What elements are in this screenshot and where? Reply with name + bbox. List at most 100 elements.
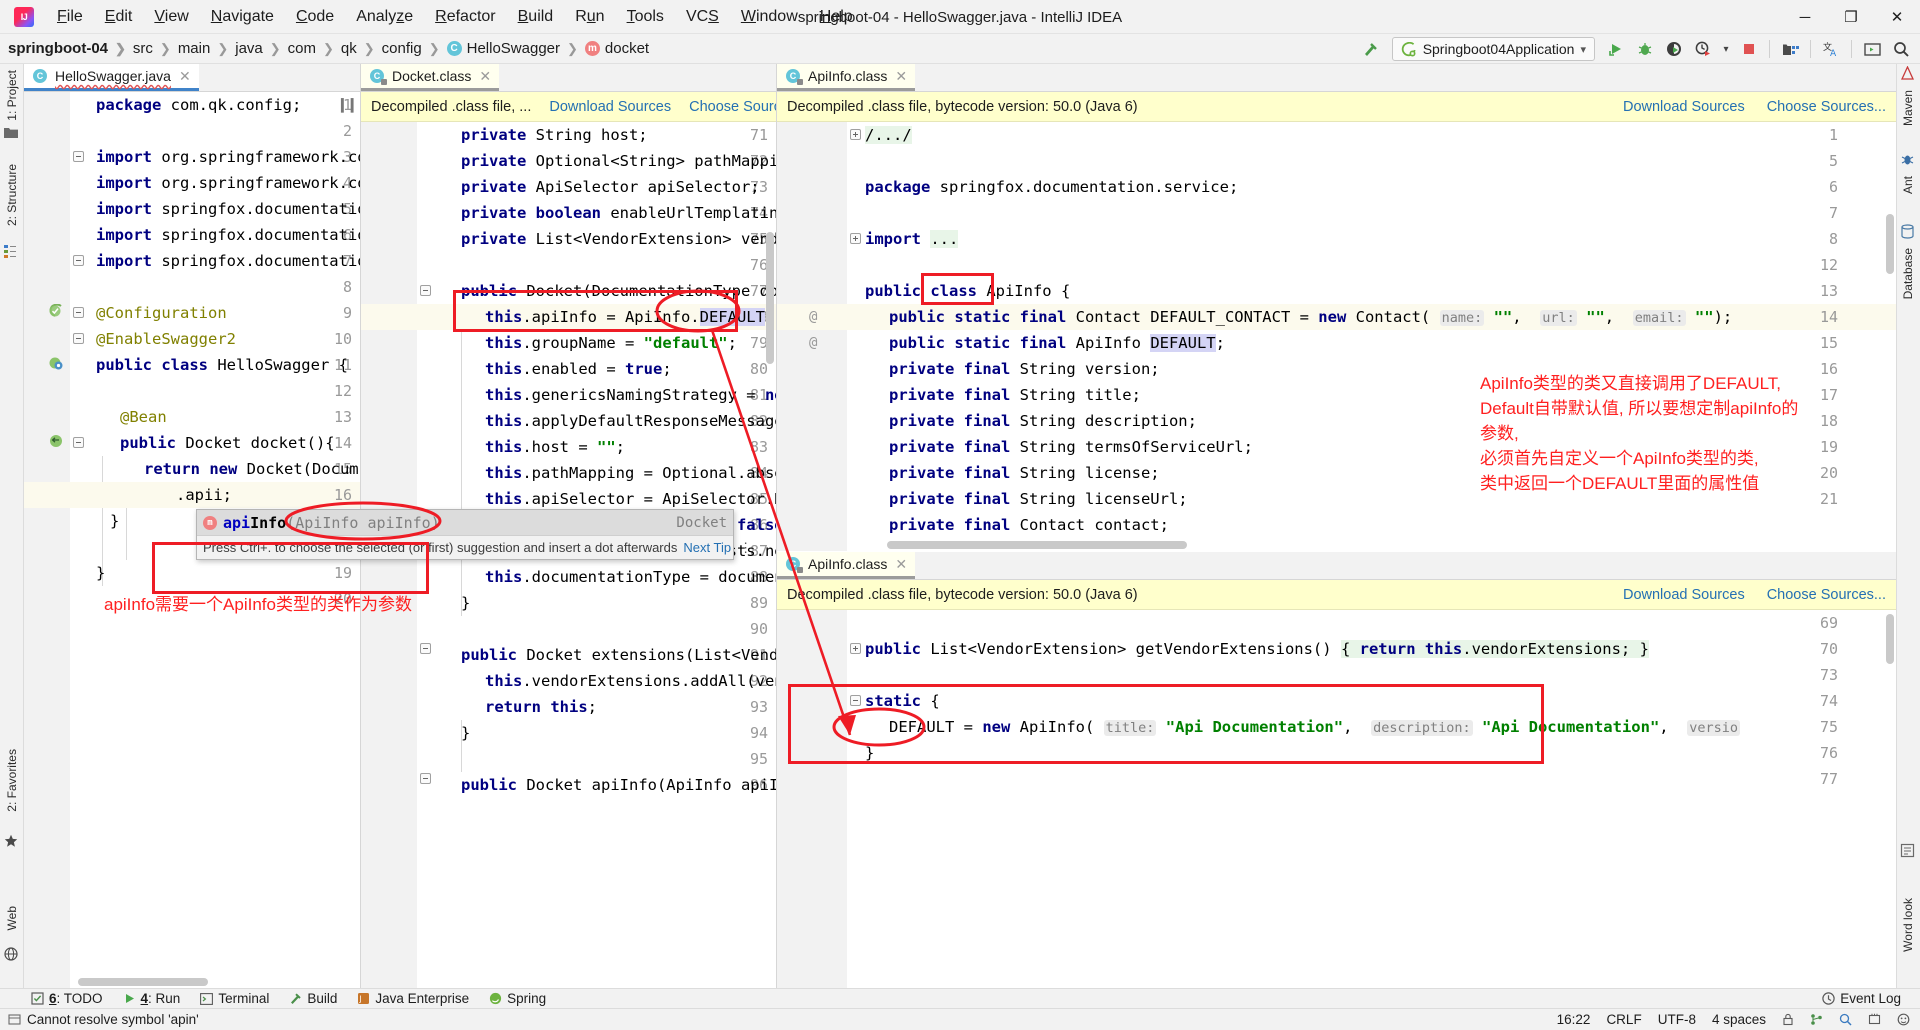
- fold-indicator[interactable]: [73, 307, 84, 318]
- structure-icon[interactable]: [4, 244, 18, 263]
- fold-indicator[interactable]: [73, 437, 84, 448]
- stop-icon[interactable]: [1736, 37, 1762, 61]
- menu-build[interactable]: Build: [507, 3, 565, 31]
- terminal-icon[interactable]: [1859, 37, 1885, 61]
- breadcrumb-item-qk[interactable]: qk ❯: [341, 40, 382, 57]
- vertical-scrollbar-pane2[interactable]: [764, 122, 776, 988]
- sidebar-item-ant[interactable]: Ant: [1898, 170, 1918, 200]
- bottom-item-spring[interactable]: Spring: [480, 989, 555, 1009]
- sidebar-item-wordlook[interactable]: Word look: [1898, 892, 1918, 958]
- tab-helloswagger-java[interactable]: C HelloSwagger.java ✕: [24, 64, 199, 91]
- vertical-scrollbar-pane4[interactable]: [1884, 610, 1896, 988]
- bottom-item-terminal[interactable]: Terminal: [191, 989, 278, 1009]
- fold-indicator[interactable]: [73, 151, 84, 162]
- breadcrumb-item-docket[interactable]: m docket: [584, 40, 649, 57]
- sidebar-item-maven[interactable]: Maven: [1898, 84, 1918, 132]
- close-button[interactable]: ✕: [1874, 0, 1920, 34]
- status-encoding[interactable]: UTF-8: [1658, 1012, 1696, 1027]
- bottom-item-java-enterprise[interactable]: J Java Enterprise: [348, 989, 478, 1009]
- close-icon[interactable]: ✕: [895, 556, 907, 573]
- menu-run[interactable]: Run: [564, 3, 615, 31]
- fold-indicator[interactable]: [850, 643, 861, 654]
- run-coverage-icon[interactable]: [1661, 37, 1687, 61]
- bottom-item-build[interactable]: Build: [280, 989, 346, 1009]
- project-folder-icon[interactable]: [3, 126, 19, 145]
- next-tip-link[interactable]: Next Tip: [683, 540, 731, 555]
- menu-code[interactable]: Code: [285, 3, 345, 31]
- bottom-item-todo[interactable]: 6: TODO: [22, 989, 112, 1009]
- database-icon[interactable]: [1900, 224, 1915, 244]
- horizontal-scrollbar-pane1[interactable]: [24, 977, 360, 988]
- status-indent[interactable]: 4 spaces: [1712, 1012, 1766, 1027]
- menu-navigate[interactable]: Navigate: [200, 3, 285, 31]
- profiler-icon[interactable]: [1690, 37, 1716, 61]
- menu-analyze[interactable]: Analyze: [345, 3, 424, 31]
- star-icon[interactable]: [4, 834, 18, 853]
- project-structure-icon[interactable]: [1777, 37, 1803, 61]
- editor-split-handle[interactable]: ❙❙: [337, 96, 359, 113]
- inspection-icon[interactable]: [1839, 1013, 1852, 1026]
- menu-file[interactable]: File: [46, 3, 94, 31]
- download-sources-link[interactable]: Download Sources: [549, 99, 671, 115]
- ant-icon[interactable]: [1900, 152, 1915, 172]
- hector-icon[interactable]: [1897, 1013, 1910, 1026]
- code-view-pane3[interactable]: 1 5 6 7 8 12 13 14 15 16 17 18 19 20 21 …: [777, 122, 1896, 551]
- download-sources-link[interactable]: Download Sources: [1623, 587, 1745, 603]
- spring-config-gutter-icon[interactable]: [49, 356, 63, 370]
- menu-window[interactable]: Window: [730, 3, 809, 31]
- sidebar-item-favorites[interactable]: 2: Favorites: [2, 743, 22, 818]
- breadcrumb-item-main[interactable]: main ❯: [178, 40, 235, 57]
- tab-apiinfo-class-top[interactable]: C ApiInfo.class ✕: [777, 64, 916, 91]
- status-message[interactable]: Cannot resolve symbol 'apin': [27, 1012, 199, 1027]
- maven-icon[interactable]: [1900, 65, 1915, 86]
- sidebar-item-project[interactable]: 1: Project: [2, 64, 22, 127]
- menu-view[interactable]: View: [143, 3, 199, 31]
- choose-sources-link[interactable]: Choose Sources...: [689, 99, 776, 115]
- more-options-icon[interactable]: ⋮: [739, 541, 752, 554]
- wordlook-icon[interactable]: [1900, 843, 1915, 863]
- menu-bar[interactable]: File Edit View Navigate Code Analyze Ref…: [46, 0, 864, 34]
- fold-indicator[interactable]: [850, 695, 861, 706]
- sidebar-item-web[interactable]: Web: [2, 900, 22, 936]
- fold-indicator[interactable]: [420, 643, 431, 654]
- menu-edit[interactable]: Edit: [94, 3, 144, 31]
- web-globe-icon[interactable]: [4, 947, 18, 966]
- choose-sources-link[interactable]: Choose Sources...: [1767, 587, 1886, 603]
- lock-icon[interactable]: [1782, 1013, 1794, 1026]
- breadcrumb-item-java[interactable]: java ❯: [235, 40, 287, 57]
- close-icon[interactable]: ✕: [479, 68, 491, 85]
- fold-indicator[interactable]: [850, 129, 861, 140]
- fold-indicator[interactable]: [420, 773, 431, 784]
- download-sources-link[interactable]: Download Sources: [1623, 99, 1745, 115]
- fold-indicator[interactable]: [73, 255, 84, 266]
- minimize-button[interactable]: ─: [1782, 0, 1828, 34]
- close-icon[interactable]: ✕: [179, 68, 191, 85]
- run-icon[interactable]: [1603, 37, 1629, 61]
- event-log-button[interactable]: Event Log: [1813, 989, 1910, 1009]
- breadcrumb-item-config[interactable]: config ❯: [382, 40, 447, 57]
- maximize-button[interactable]: ❐: [1828, 0, 1874, 34]
- code-view-pane4[interactable]: 69 70 73 74 75 76 77 public List<VendorE…: [777, 610, 1896, 988]
- fold-indicator[interactable]: [420, 285, 431, 296]
- horizontal-scrollbar-pane3[interactable]: [777, 540, 1896, 551]
- vertical-scrollbar-pane3[interactable]: [1884, 122, 1896, 551]
- profiler-dropdown-icon[interactable]: ▾: [1719, 37, 1733, 61]
- chevron-down-icon[interactable]: ▾: [1580, 43, 1586, 56]
- memory-icon[interactable]: [1868, 1013, 1881, 1026]
- choose-sources-link[interactable]: Choose Sources...: [1767, 99, 1886, 115]
- close-icon[interactable]: ✕: [895, 68, 907, 85]
- bottom-item-run[interactable]: 4: Run: [114, 989, 190, 1009]
- build-hammer-icon[interactable]: [1358, 37, 1384, 61]
- breadcrumb-item-com[interactable]: com ❯: [288, 40, 341, 57]
- breadcrumb-item-project[interactable]: springboot-04 ❯: [8, 40, 133, 57]
- tab-apiinfo-class-bottom[interactable]: C ApiInfo.class ✕: [777, 552, 916, 579]
- breadcrumb-item-helloswagger[interactable]: C HelloSwagger ❯: [446, 40, 585, 57]
- menu-refactor[interactable]: Refactor: [424, 3, 506, 31]
- spring-bean-method-gutter-icon[interactable]: [49, 434, 63, 448]
- menu-help[interactable]: Help: [809, 3, 864, 31]
- code-completion-popup[interactable]: m apiInfo(ApiInfo apiInfo) Docket Press …: [196, 509, 752, 560]
- search-everywhere-icon[interactable]: [1888, 37, 1914, 61]
- branch-icon[interactable]: [1810, 1013, 1823, 1026]
- sidebar-item-database[interactable]: Database: [1898, 242, 1918, 305]
- fold-indicator[interactable]: [850, 233, 861, 244]
